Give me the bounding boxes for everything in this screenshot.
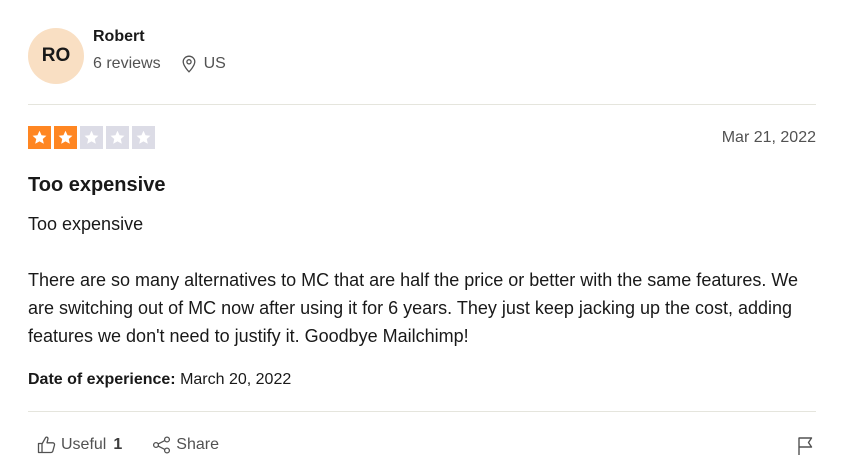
divider	[28, 411, 816, 412]
review-body: Too expensive There are so many alternat…	[28, 210, 818, 350]
flag-icon	[798, 437, 813, 455]
star-rating	[28, 126, 158, 149]
report-button[interactable]	[796, 436, 816, 461]
useful-label: Useful	[61, 436, 107, 453]
review-card: RO Robert 6 reviews US Mar 21, 2022 Too …	[0, 0, 844, 464]
star-empty-icon	[80, 126, 103, 149]
share-label: Share	[176, 436, 219, 453]
country: US	[203, 55, 226, 72]
useful-count: 1	[113, 436, 123, 453]
review-date: Mar 21, 2022	[721, 129, 816, 146]
avatar-initials: RO	[41, 45, 71, 66]
location-pin-icon	[182, 55, 196, 73]
star-empty-icon	[132, 126, 155, 149]
star-filled-icon	[28, 126, 51, 149]
share-icon	[153, 436, 171, 454]
experience-date: March 20, 2022	[180, 371, 292, 388]
review-text-paragraph: There are so many alternatives to MC tha…	[28, 270, 799, 346]
review-count: 6 reviews	[93, 55, 161, 72]
thumbs-up-icon	[37, 436, 56, 454]
star-empty-icon	[106, 126, 129, 149]
star-filled-icon	[54, 126, 77, 149]
review-actions: Useful 1 Share	[37, 436, 249, 454]
review-text-line: Too expensive	[28, 214, 144, 234]
useful-button[interactable]: Useful 1	[37, 436, 122, 454]
share-button[interactable]: Share	[152, 436, 219, 454]
consumer-meta: 6 reviews US	[93, 55, 226, 73]
location: US	[181, 55, 226, 73]
date-of-experience: Date of experience: March 20, 2022	[28, 371, 291, 389]
review-title[interactable]: Too expensive	[28, 172, 165, 198]
consumer-header: RO Robert 6 reviews US	[28, 28, 226, 84]
consumer-name[interactable]: Robert	[93, 27, 226, 47]
divider	[28, 104, 816, 105]
avatar[interactable]: RO	[28, 28, 84, 84]
experience-label: Date of experience:	[28, 371, 176, 388]
consumer-info: Robert 6 reviews US	[93, 28, 226, 73]
